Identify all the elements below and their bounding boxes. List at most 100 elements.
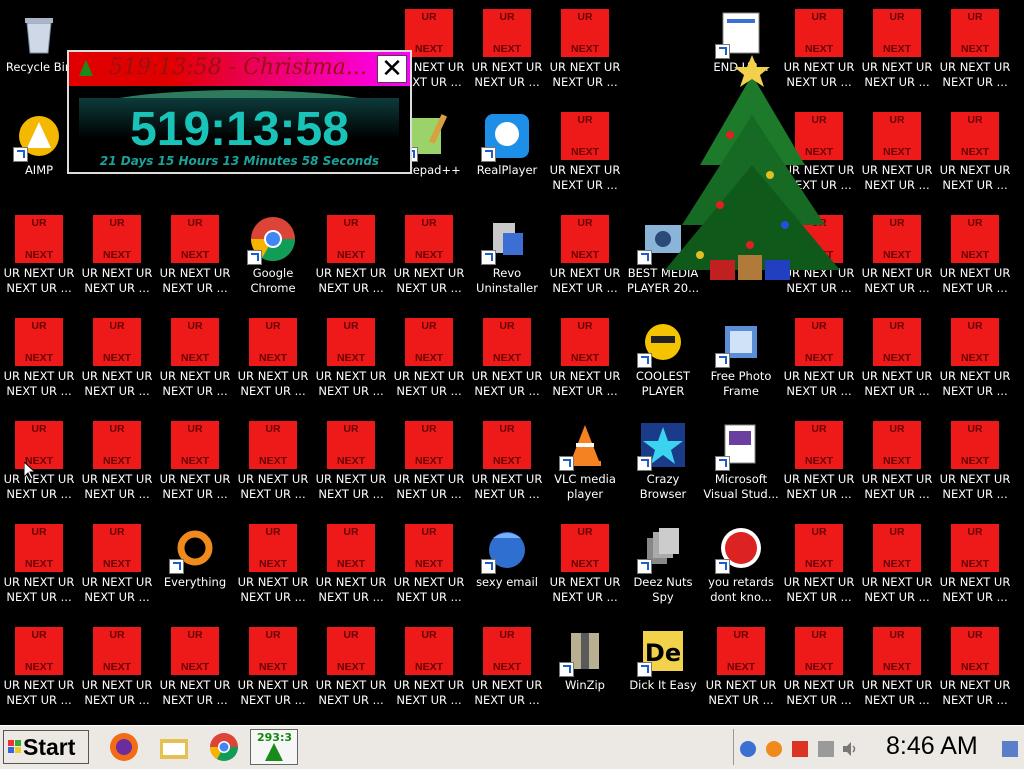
desktop-icon[interactable]: Crazy Browser: [624, 415, 702, 515]
desktop-icon[interactable]: UR NEXT UR NEXT UR NEXT UR ...: [780, 621, 858, 721]
countdown-taskbar-button[interactable]: 293:3: [250, 729, 298, 765]
countdown-window[interactable]: 519:13:58 - Christma... ✕ 519:13:58 21 D…: [67, 50, 412, 174]
desktop-icon[interactable]: UR NEXT UR NEXT UR NEXT UR ...: [858, 415, 936, 515]
avast-icon[interactable]: [766, 741, 782, 757]
desktop-icon[interactable]: VLC media player: [546, 415, 624, 515]
icon-label: UR NEXT UR NEXT UR ...: [549, 575, 621, 604]
desktop-icon[interactable]: Everything: [156, 518, 234, 618]
clock[interactable]: 8:46 AM: [886, 732, 978, 761]
desktop-icon[interactable]: UR NEXT UR NEXT UR NEXT UR ...: [546, 106, 624, 206]
desktop-icon[interactable]: UR NEXT UR NEXT UR NEXT UR ...: [0, 518, 78, 618]
desktop-icon[interactable]: UR NEXT UR NEXT UR NEXT UR ...: [234, 518, 312, 618]
desktop-icon[interactable]: UR NEXT UR NEXT UR NEXT UR ...: [468, 3, 546, 103]
desktop-icon[interactable]: UR NEXT UR NEXT UR NEXT UR ...: [390, 312, 468, 412]
desktop-icon[interactable]: UR NEXT UR NEXT UR NEXT UR ...: [858, 518, 936, 618]
desktop-icon[interactable]: Free Photo Frame: [702, 312, 780, 412]
desktop-icon[interactable]: UR NEXT UR NEXT UR NEXT UR ...: [234, 415, 312, 515]
de-icon: De: [637, 627, 687, 677]
desktop-icon[interactable]: UR NEXT UR NEXT UR NEXT UR ...: [156, 415, 234, 515]
desktop-icon[interactable]: UR NEXT UR NEXT UR NEXT UR ...: [234, 312, 312, 412]
ur-next-icon: UR NEXT: [951, 421, 999, 469]
show-desktop-icon[interactable]: [1002, 741, 1018, 757]
icon-top-text: UR: [109, 423, 125, 435]
desktop-icon[interactable]: UR NEXT UR NEXT UR NEXT UR ...: [858, 312, 936, 412]
desktop-icon[interactable]: UR NEXT UR NEXT UR NEXT UR ...: [546, 209, 624, 309]
desktop-icon[interactable]: Google Chrome: [234, 209, 312, 309]
countdown-titlebar[interactable]: 519:13:58 - Christma... ✕: [69, 52, 410, 86]
desktop-icon[interactable]: you retards dont kno...: [702, 518, 780, 618]
desktop-icon[interactable]: UR NEXT UR NEXT UR NEXT UR ...: [156, 312, 234, 412]
desktop-icon[interactable]: UR NEXT UR NEXT UR NEXT UR ...: [0, 312, 78, 412]
desktop-icon[interactable]: UR NEXT UR NEXT UR NEXT UR ...: [936, 621, 1014, 721]
desktop-icon[interactable]: UR NEXT UR NEXT UR NEXT UR ...: [312, 621, 390, 721]
icon-label: UR NEXT UR NEXT UR ...: [81, 678, 153, 707]
ur-next-icon: UR NEXT: [951, 318, 999, 366]
desktop-icon[interactable]: UR NEXT UR NEXT UR NEXT UR ...: [78, 312, 156, 412]
desktop-icon[interactable]: UR NEXT UR NEXT UR NEXT UR ...: [312, 312, 390, 412]
christmas-tree-widget[interactable]: [660, 55, 845, 285]
start-button[interactable]: Start: [3, 730, 89, 764]
desktop-icon[interactable]: UR NEXT UR NEXT UR NEXT UR ...: [234, 621, 312, 721]
desktop-icon[interactable]: UR NEXT UR NEXT UR NEXT UR ...: [468, 621, 546, 721]
desktop-icon[interactable]: UR NEXT UR NEXT UR NEXT UR ...: [78, 518, 156, 618]
icon-bottom-text: NEXT: [414, 661, 443, 673]
desktop-icon[interactable]: UR NEXT UR NEXT UR NEXT UR ...: [156, 621, 234, 721]
desktop-icon[interactable]: UR NEXT UR NEXT UR NEXT UR ...: [858, 106, 936, 206]
desktop-icon[interactable]: UR NEXT UR NEXT UR NEXT UR ...: [468, 312, 546, 412]
desktop-icon[interactable]: UR NEXT UR NEXT UR NEXT UR ...: [780, 312, 858, 412]
network-icon[interactable]: [740, 741, 756, 757]
desktop-icon[interactable]: UR NEXT UR NEXT UR NEXT UR ...: [936, 106, 1014, 206]
icon-label: UR NEXT UR NEXT UR ...: [471, 369, 543, 398]
desktop-icon[interactable]: UR NEXT UR NEXT UR NEXT UR ...: [546, 518, 624, 618]
desktop-icon[interactable]: COOLEST PLAYER: [624, 312, 702, 412]
firefox-icon[interactable]: [108, 731, 140, 763]
icon-top-text: UR: [187, 423, 203, 435]
desktop-icon[interactable]: UR NEXT UR NEXT UR NEXT UR ...: [936, 518, 1014, 618]
desktop-icon[interactable]: UR NEXT UR NEXT UR NEXT UR ...: [78, 621, 156, 721]
desktop-icon[interactable]: RealPlayer: [468, 106, 546, 206]
desktop-icon[interactable]: Revo Uninstaller: [468, 209, 546, 309]
chrome-icon[interactable]: [208, 731, 240, 763]
desktop-icon[interactable]: UR NEXT UR NEXT UR NEXT UR ...: [936, 415, 1014, 515]
desktop-icon[interactable]: UR NEXT UR NEXT UR NEXT UR ...: [780, 415, 858, 515]
desktop-icon[interactable]: sexy email: [468, 518, 546, 618]
printer-icon[interactable]: [818, 741, 834, 757]
desktop-icon[interactable]: UR NEXT UR NEXT UR NEXT UR ...: [390, 621, 468, 721]
icon-label: UR NEXT UR NEXT UR ...: [471, 678, 543, 707]
desktop-icon[interactable]: UR NEXT UR NEXT UR NEXT UR ...: [858, 3, 936, 103]
desktop-icon[interactable]: UR NEXT UR NEXT UR NEXT UR ...: [78, 209, 156, 309]
volume-icon[interactable]: [842, 741, 858, 757]
desktop-icon[interactable]: UR NEXT UR NEXT UR NEXT UR ...: [0, 415, 78, 515]
desktop-icon[interactable]: UR NEXT UR NEXT UR NEXT UR ...: [702, 621, 780, 721]
desktop-icon[interactable]: UR NEXT UR NEXT UR NEXT UR ...: [390, 518, 468, 618]
desktop-icon[interactable]: Deez Nuts Spy: [624, 518, 702, 618]
desktop-icon[interactable]: UR NEXT UR NEXT UR NEXT UR ...: [858, 209, 936, 309]
icon-bottom-text: NEXT: [960, 352, 989, 364]
desktop-icon[interactable]: UR NEXT UR NEXT UR NEXT UR ...: [0, 209, 78, 309]
desktop-icon[interactable]: UR NEXT UR NEXT UR NEXT UR ...: [78, 415, 156, 515]
desktop-icon[interactable]: De Dick It Easy: [624, 621, 702, 721]
desktop-icon[interactable]: UR NEXT UR NEXT UR NEXT UR ...: [780, 518, 858, 618]
desktop-icon[interactable]: UR NEXT UR NEXT UR NEXT UR ...: [156, 209, 234, 309]
security-icon[interactable]: [792, 741, 808, 757]
close-button[interactable]: ✕: [377, 55, 407, 83]
desktop-icon[interactable]: UR NEXT UR NEXT UR NEXT UR ...: [936, 312, 1014, 412]
desktop-icon[interactable]: UR NEXT UR NEXT UR NEXT UR ...: [312, 209, 390, 309]
desktop-icon[interactable]: WinZip: [546, 621, 624, 721]
desktop-icon[interactable]: UR NEXT UR NEXT UR NEXT UR ...: [390, 415, 468, 515]
ur-next-icon: UR NEXT: [93, 318, 141, 366]
desktop-icon[interactable]: UR NEXT UR NEXT UR NEXT UR ...: [858, 621, 936, 721]
desktop-icon[interactable]: UR NEXT UR NEXT UR NEXT UR ...: [390, 209, 468, 309]
desktop-icon[interactable]: UR NEXT UR NEXT UR NEXT UR ...: [0, 621, 78, 721]
icon-bottom-text: NEXT: [414, 249, 443, 261]
file-manager-icon[interactable]: [158, 731, 190, 763]
desktop-icon[interactable]: UR NEXT UR NEXT UR NEXT UR ...: [936, 209, 1014, 309]
icon-bottom-text: NEXT: [726, 661, 755, 673]
desktop-icon[interactable]: UR NEXT UR NEXT UR NEXT UR ...: [546, 312, 624, 412]
desktop-icon[interactable]: Microsoft Visual Stud...: [702, 415, 780, 515]
desktop-icon[interactable]: UR NEXT UR NEXT UR NEXT UR ...: [468, 415, 546, 515]
desktop-icon[interactable]: UR NEXT UR NEXT UR NEXT UR ...: [546, 3, 624, 103]
desktop-icon[interactable]: UR NEXT UR NEXT UR NEXT UR ...: [936, 3, 1014, 103]
desktop-icon[interactable]: UR NEXT UR NEXT UR NEXT UR ...: [312, 518, 390, 618]
desktop-icon[interactable]: UR NEXT UR NEXT UR NEXT UR ...: [312, 415, 390, 515]
